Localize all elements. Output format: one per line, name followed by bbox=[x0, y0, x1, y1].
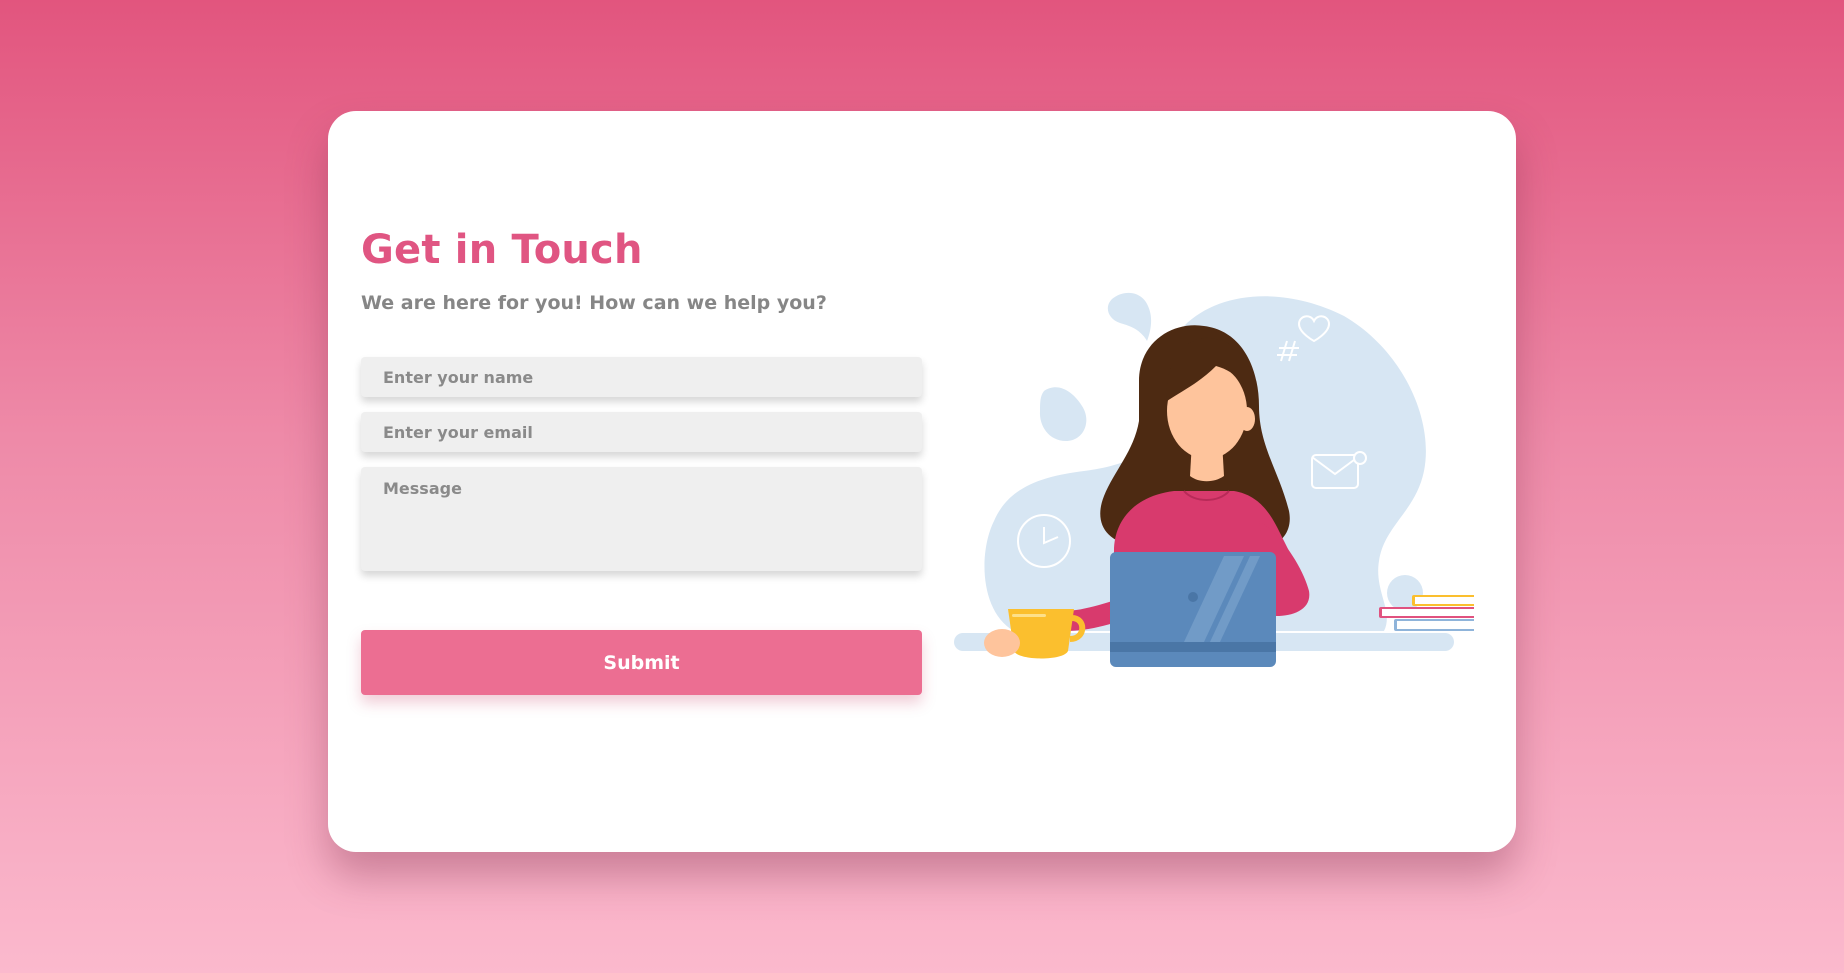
message-textarea[interactable] bbox=[361, 467, 922, 571]
at-sign-icon: @ bbox=[1404, 504, 1428, 532]
blob-small-left bbox=[1039, 387, 1087, 441]
name-input[interactable] bbox=[361, 357, 922, 397]
contact-illustration: @ bbox=[954, 292, 1474, 667]
page-title: Get in Touch bbox=[361, 227, 643, 273]
contact-card: Get in Touch We are here for you! How ca… bbox=[328, 111, 1516, 852]
page-subtitle: We are here for you! How can we help you… bbox=[361, 292, 827, 314]
laptop bbox=[1110, 552, 1276, 667]
submit-button[interactable]: Submit bbox=[361, 630, 922, 695]
blob-small-top bbox=[1107, 292, 1152, 341]
email-input[interactable] bbox=[361, 412, 922, 452]
